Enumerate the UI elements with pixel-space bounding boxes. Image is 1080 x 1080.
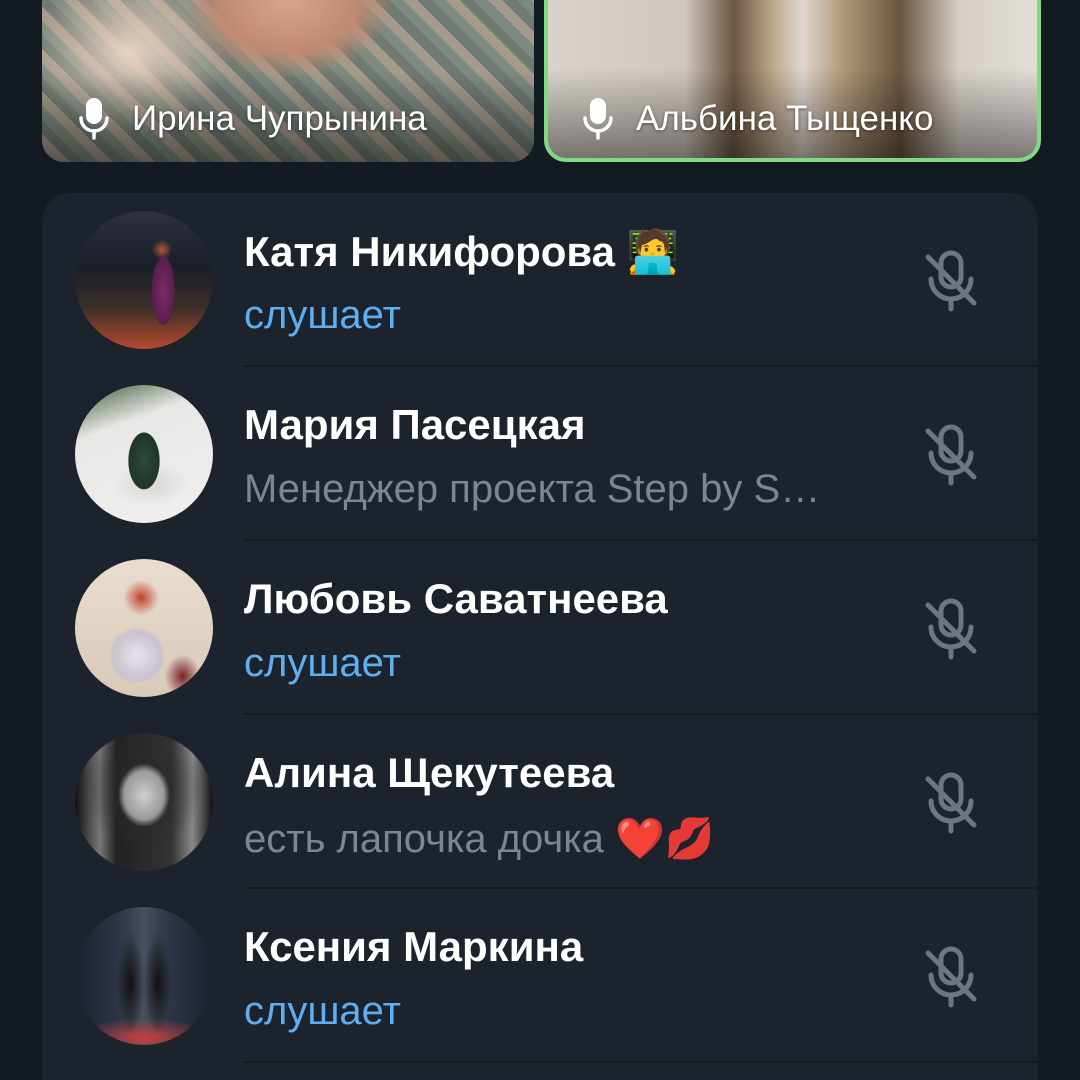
participant-row-lyubov[interactable]: Любовь Саватнеева слушает	[42, 541, 1038, 715]
avatar[interactable]	[75, 385, 213, 523]
divider	[244, 1061, 1038, 1063]
participant-name: Катя Никифорова 🧑‍💻	[244, 227, 679, 277]
voice-chat-screen: Ирина Чупрынина Альбина Тыщенко Катя Ник…	[0, 0, 1080, 1080]
mic-muted-icon[interactable]	[916, 767, 986, 837]
participant-name: Мария Пасецкая	[244, 401, 586, 448]
participant-status: слушает	[244, 293, 401, 337]
video-label: Ирина Чупрынина	[78, 98, 427, 140]
participant-status: слушает	[244, 989, 401, 1033]
participant-row-katya[interactable]: Катя Никифорова 🧑‍💻 слушает	[42, 193, 1038, 367]
mic-icon	[582, 98, 614, 140]
participant-name: Алина Щекутеева	[244, 749, 615, 796]
mic-icon	[78, 98, 110, 140]
participant-status: слушает	[244, 641, 401, 685]
video-participant-name: Ирина Чупрынина	[132, 99, 427, 138]
participant-row-alina[interactable]: Алина Щекутеева есть лапочка дочка ❤️💋	[42, 715, 1038, 889]
video-tile-albina[interactable]: Альбина Тыщенко	[544, 0, 1041, 162]
video-participant-name: Альбина Тыщенко	[636, 99, 934, 138]
avatar[interactable]	[75, 559, 213, 697]
participant-name-text: Катя Никифорова	[244, 228, 616, 275]
video-label: Альбина Тыщенко	[582, 98, 933, 140]
participant-status: есть лапочка дочка ❤️💋	[244, 817, 715, 861]
mic-muted-icon[interactable]	[916, 419, 986, 489]
participant-name: Любовь Саватнеева	[244, 575, 668, 622]
participant-name: Ксения Маркина	[244, 923, 584, 970]
avatar[interactable]	[75, 733, 213, 871]
participant-status: Менеджер проекта Step by S…	[244, 467, 821, 511]
avatar[interactable]	[75, 211, 213, 349]
mic-muted-icon[interactable]	[916, 593, 986, 663]
status-emoji: 🧑‍💻	[626, 227, 679, 276]
participants-list: Катя Никифорова 🧑‍💻 слушает Мария Пасецк…	[42, 193, 1038, 1080]
video-tile-irina[interactable]: Ирина Чупрынина	[42, 0, 534, 162]
participant-row-maria[interactable]: Мария Пасецкая Менеджер проекта Step by …	[42, 367, 1038, 541]
mic-muted-icon[interactable]	[916, 941, 986, 1011]
participant-row-kseniya[interactable]: Ксения Маркина слушает	[42, 889, 1038, 1063]
avatar[interactable]	[75, 907, 213, 1045]
mic-muted-icon[interactable]	[916, 245, 986, 315]
